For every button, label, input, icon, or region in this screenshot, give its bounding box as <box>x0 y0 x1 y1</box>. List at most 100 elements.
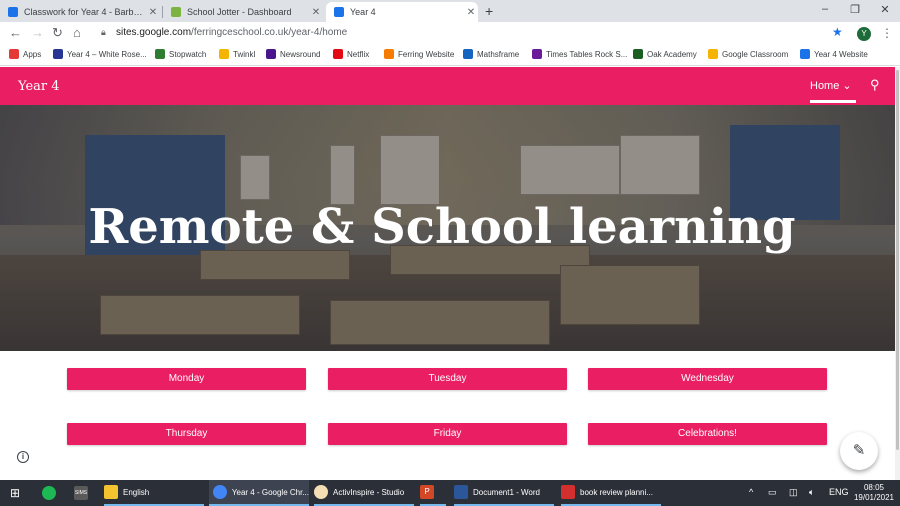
thursday-button[interactable]: Thursday <box>67 423 306 445</box>
taskbar-chrome[interactable]: Year 4 - Google Chr... <box>209 480 309 506</box>
stopwatch-icon <box>155 49 165 59</box>
bookmark-newsround[interactable]: Newsround <box>266 49 320 59</box>
close-icon[interactable]: ✕ <box>309 7 323 18</box>
lock-icon[interactable]: 🔒︎ <box>101 27 106 38</box>
spotify-icon <box>42 486 56 500</box>
scrollbar-thumb[interactable] <box>896 70 899 450</box>
taskbar-powerpoint[interactable]: P <box>420 480 446 506</box>
taskbar-spotify[interactable] <box>42 480 61 506</box>
netflix-icon <box>333 49 343 59</box>
edit-pencil-button[interactable]: ✎ <box>840 432 878 470</box>
tab-title: Year 4 <box>350 7 376 17</box>
folder-icon <box>104 485 118 499</box>
wednesday-button[interactable]: Wednesday <box>588 368 827 390</box>
restore-button[interactable]: ❐ <box>840 3 870 16</box>
classroom-icon <box>708 49 718 59</box>
bookmark-stopwatch[interactable]: Stopwatch <box>155 49 206 59</box>
bookmark-label: Netflix <box>347 49 370 59</box>
system-clock[interactable]: 08:05 19/01/2021 <box>852 483 896 503</box>
bookmark-label: Apps <box>23 49 42 59</box>
close-window-button[interactable]: ✕ <box>870 3 900 16</box>
newsround-icon <box>266 49 276 59</box>
minimize-button[interactable]: – <box>810 3 840 15</box>
profile-avatar[interactable]: Y <box>857 27 871 41</box>
tab-title: School Jotter - Dashboard <box>187 7 292 17</box>
browser-toolbar: ← → ↻ ⌂ 🔒︎ sites.google.com/ferringcesch… <box>0 22 900 46</box>
taskbar-label: Document1 - Word <box>473 487 540 497</box>
tab-school-jotter[interactable]: School Jotter - Dashboard ✕ <box>163 2 323 22</box>
chevron-up-icon[interactable]: ^ <box>749 487 753 497</box>
url-host: sites.google.com <box>116 27 192 38</box>
bookmark-label: Mathsframe <box>477 49 520 59</box>
nav-home[interactable]: Home ⌄ <box>810 79 852 92</box>
taskbar-label: Year 4 - Google Chr... <box>231 487 309 497</box>
search-icon[interactable]: ⚲ <box>870 77 880 93</box>
menu-icon[interactable]: ⋮ <box>881 26 893 40</box>
network-icon[interactable]: ◫ <box>789 487 798 498</box>
tab-title: Classwork for Year 4 - Barbados <box>24 7 146 17</box>
tab-year-4[interactable]: Year 4 ✕ <box>326 2 478 22</box>
bookmark-classroom[interactable]: Google Classroom <box>708 49 788 59</box>
language-indicator[interactable]: ENG <box>829 487 849 497</box>
battery-icon[interactable]: ▭ <box>768 487 777 498</box>
reload-icon[interactable]: ↻ <box>52 25 63 41</box>
bookmark-netflix[interactable]: Netflix <box>333 49 369 59</box>
classroom-favicon-icon <box>8 7 18 17</box>
taskbar-label: English <box>123 487 150 497</box>
bookmark-ttrs[interactable]: Times Tables Rock S... <box>532 49 627 59</box>
volume-icon[interactable]: 🔈︎ <box>809 487 814 498</box>
hero-title: Remote & School learning <box>88 199 796 255</box>
windows-taskbar: ⊞ SIMS English Year 4 - Google Chr... Ac… <box>0 480 900 506</box>
taskbar-pdf[interactable]: book review planni... <box>561 480 661 506</box>
new-tab-button[interactable]: + <box>485 3 493 19</box>
pencil-icon: ✎ <box>852 442 866 459</box>
bookmark-label: Oak Academy <box>647 49 697 59</box>
bookmark-label: Times Tables Rock S... <box>546 49 628 59</box>
close-icon[interactable]: ✕ <box>146 7 160 18</box>
tab-classwork[interactable]: Classwork for Year 4 - Barbados ✕ <box>0 2 160 22</box>
white-rose-icon <box>53 49 63 59</box>
jotter-favicon-icon <box>171 7 181 17</box>
bookmark-star-icon[interactable]: ★ <box>832 25 843 39</box>
site-header: Year 4 Home ⌄ ⚲ <box>0 67 895 105</box>
bookmarks-bar: Apps Year 4 – White Rose... Stopwatch Tw… <box>0 46 900 66</box>
tab-strip: Classwork for Year 4 - Barbados ✕ School… <box>0 0 900 22</box>
oak-icon <box>633 49 643 59</box>
site-title[interactable]: Year 4 <box>18 79 60 94</box>
back-icon[interactable]: ← <box>9 25 22 40</box>
bookmark-year4[interactable]: Year 4 Website <box>800 49 868 59</box>
clock-time: 08:05 <box>863 483 885 492</box>
clock-date: 19/01/2021 <box>853 493 895 502</box>
start-button[interactable]: ⊞ <box>10 480 20 506</box>
bookmark-white-rose[interactable]: Year 4 – White Rose... <box>53 49 147 59</box>
info-icon[interactable]: i <box>17 451 29 463</box>
hero-banner: Remote & School learning <box>0 105 895 351</box>
taskbar-english-folder[interactable]: English <box>104 480 204 506</box>
celebrations-button[interactable]: Celebrations! <box>588 423 827 445</box>
tuesday-button[interactable]: Tuesday <box>328 368 567 390</box>
forward-icon[interactable]: → <box>31 25 44 40</box>
mathsframe-icon <box>463 49 473 59</box>
ferring-icon <box>384 49 394 59</box>
bookmark-apps[interactable]: Apps <box>9 49 41 59</box>
bookmark-twinkl[interactable]: Twinkl <box>219 49 255 59</box>
close-icon[interactable]: ✕ <box>464 7 478 18</box>
powerpoint-icon: P <box>420 485 434 499</box>
bookmark-mathsframe[interactable]: Mathsframe <box>463 49 519 59</box>
bookmark-label: Newsround <box>280 49 321 59</box>
windows-logo-icon: ⊞ <box>10 486 21 500</box>
home-icon[interactable]: ⌂ <box>73 25 81 40</box>
activinspire-icon <box>314 485 328 499</box>
nav-active-indicator <box>810 100 856 103</box>
google-sites-favicon-icon <box>334 7 344 17</box>
monday-button[interactable]: Monday <box>67 368 306 390</box>
bookmark-oak[interactable]: Oak Academy <box>633 49 697 59</box>
url-text[interactable]: sites.google.com/ferringceschool.co.uk/y… <box>116 27 347 38</box>
chevron-down-icon: ⌄ <box>842 80 852 92</box>
taskbar-word[interactable]: Document1 - Word <box>454 480 554 506</box>
friday-button[interactable]: Friday <box>328 423 567 445</box>
sims-icon: SIMS <box>74 486 88 500</box>
taskbar-activinspire[interactable]: ActivInspire - Studio <box>314 480 414 506</box>
bookmark-ferring[interactable]: Ferring Website <box>384 49 454 59</box>
taskbar-sims[interactable]: SIMS <box>74 480 93 506</box>
